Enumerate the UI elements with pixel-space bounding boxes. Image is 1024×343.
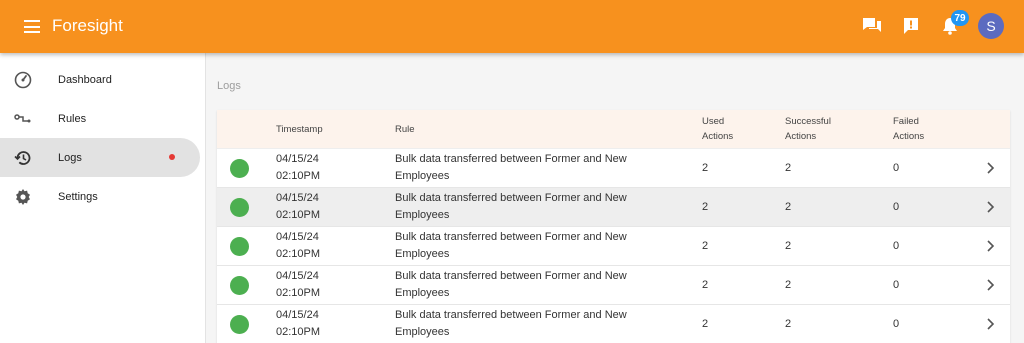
- failed-actions-cell: 0: [893, 240, 900, 252]
- rule-cell: Bulk data transferred between Former and…: [395, 231, 627, 260]
- header-failed-actions: Failed Actions: [893, 116, 925, 142]
- unread-indicator: [169, 154, 175, 160]
- table-row[interactable]: 04/15/24 02:10PM Bulk data transferred be…: [217, 149, 1010, 188]
- failed-actions-cell: 0: [893, 279, 900, 291]
- rule-cell: Bulk data transferred between Former and…: [395, 153, 627, 182]
- failed-actions-cell: 0: [893, 318, 900, 330]
- table-row[interactable]: 04/15/24 02:10PM Bulk data transferred be…: [217, 305, 1010, 343]
- successful-actions-cell: 2: [785, 240, 792, 252]
- timestamp-cell: 04/15/24 02:10PM: [276, 153, 321, 182]
- success-status-icon: [230, 159, 249, 178]
- sidebar-item-rules[interactable]: Rules: [0, 99, 205, 138]
- header-rule: Rule: [395, 124, 415, 135]
- header-actions: 79 S: [847, 10, 1004, 40]
- rule-cell: Bulk data transferred between Former and…: [395, 309, 627, 338]
- header-timestamp: Timestamp: [276, 124, 323, 135]
- successful-actions-cell: 2: [785, 318, 792, 330]
- rule-cell: Bulk data transferred between Former and…: [395, 270, 627, 299]
- used-actions-cell: 2: [702, 279, 709, 291]
- successful-actions-cell: 2: [785, 279, 792, 291]
- app-title: Foresight: [52, 16, 123, 35]
- sidebar-item-settings[interactable]: Settings: [0, 177, 205, 216]
- success-status-icon: [230, 237, 249, 256]
- table-header: Timestamp Rule Used Actions Successful Act…: [217, 110, 1010, 149]
- table-row[interactable]: 04/15/24 02:10PM Bulk data transferred be…: [217, 266, 1010, 305]
- gear-icon: [14, 188, 32, 206]
- successful-actions-cell: 2: [785, 201, 792, 213]
- header-successful-actions: Successful Actions: [785, 116, 831, 142]
- app-header: Foresight 79 S: [0, 0, 1024, 53]
- failed-actions-cell: 0: [893, 201, 900, 213]
- successful-actions-cell: 2: [785, 162, 792, 174]
- speedometer-icon: [14, 71, 32, 89]
- history-icon: [14, 149, 32, 167]
- table-row[interactable]: 04/15/24 02:10PM Bulk data transferred be…: [217, 188, 1010, 227]
- success-status-icon: [230, 315, 249, 334]
- chevron-right-icon[interactable]: [985, 200, 995, 214]
- menu-icon[interactable]: [24, 20, 40, 33]
- table-row[interactable]: 04/15/24 02:10PM Bulk data transferred be…: [217, 227, 1010, 266]
- rule-cell: Bulk data transferred between Former and…: [395, 192, 627, 221]
- success-status-icon: [230, 276, 249, 295]
- used-actions-cell: 2: [702, 318, 709, 330]
- sidebar: Dashboard Rules Logs Settings: [0, 53, 206, 343]
- page-title: Logs: [217, 80, 241, 92]
- rules-icon: [14, 110, 32, 128]
- chevron-right-icon[interactable]: [985, 161, 995, 175]
- timestamp-cell: 04/15/24 02:10PM: [276, 309, 321, 338]
- used-actions-cell: 2: [702, 240, 709, 252]
- notification-badge: 79: [951, 10, 969, 26]
- sidebar-item-label: Rules: [58, 112, 87, 125]
- header-used-actions: Used Actions: [702, 116, 734, 142]
- failed-actions-cell: 0: [893, 162, 900, 174]
- success-status-icon: [230, 198, 249, 217]
- chat-icon[interactable]: [858, 12, 886, 40]
- sidebar-item-label: Logs: [58, 151, 82, 164]
- feedback-icon[interactable]: [897, 12, 925, 40]
- notification-bell-icon[interactable]: 79: [936, 10, 969, 40]
- chevron-right-icon[interactable]: [985, 317, 995, 331]
- used-actions-cell: 2: [702, 162, 709, 174]
- sidebar-item-label: Settings: [58, 190, 98, 203]
- sidebar-item-logs[interactable]: Logs: [0, 138, 200, 177]
- avatar[interactable]: S: [978, 13, 1004, 39]
- timestamp-cell: 04/15/24 02:10PM: [276, 192, 321, 221]
- sidebar-item-label: Dashboard: [58, 73, 112, 86]
- logs-table: Timestamp Rule Used Actions Successful Act…: [217, 110, 1010, 343]
- used-actions-cell: 2: [702, 201, 709, 213]
- chevron-right-icon[interactable]: [985, 239, 995, 253]
- chevron-right-icon[interactable]: [985, 278, 995, 292]
- timestamp-cell: 04/15/24 02:10PM: [276, 231, 321, 260]
- timestamp-cell: 04/15/24 02:10PM: [276, 270, 321, 299]
- sidebar-item-dashboard[interactable]: Dashboard: [0, 60, 205, 99]
